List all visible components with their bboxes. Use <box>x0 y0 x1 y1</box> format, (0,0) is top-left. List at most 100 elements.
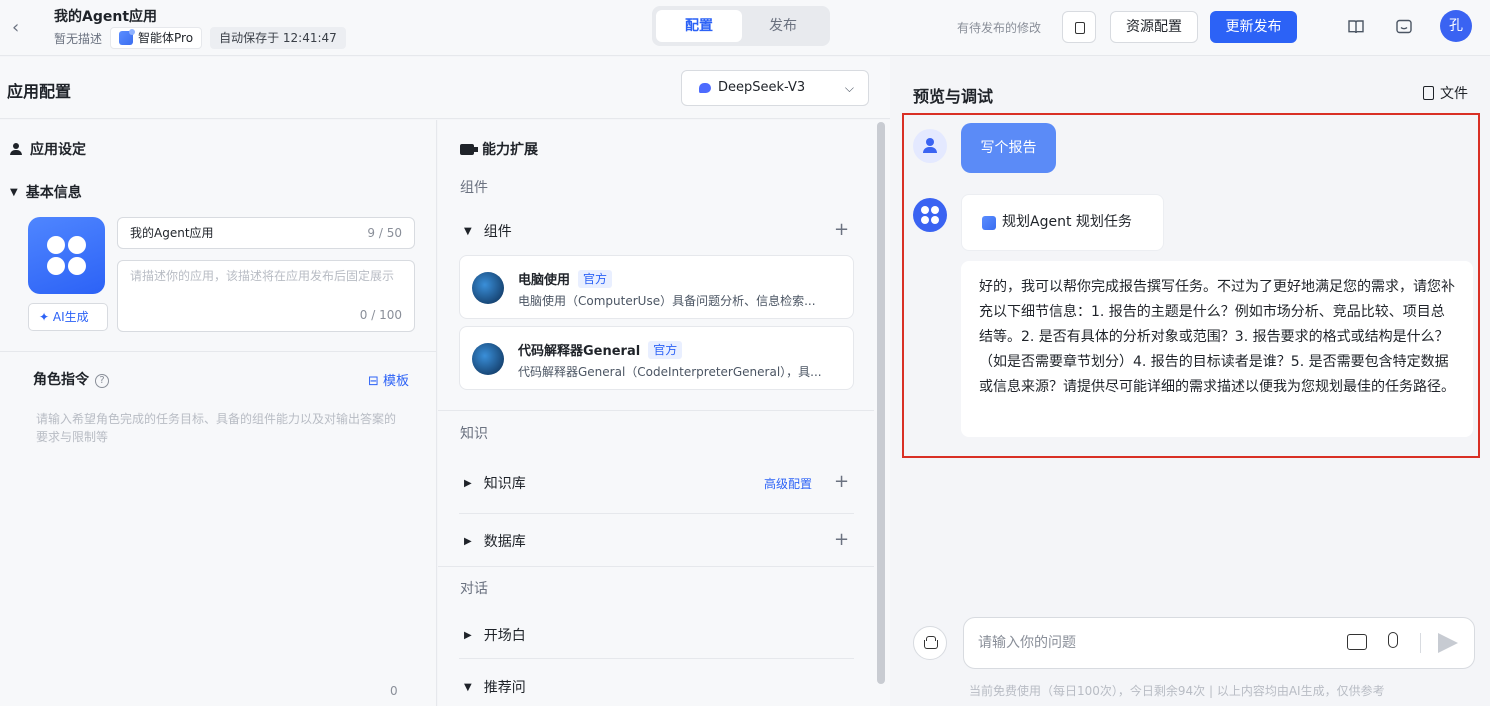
deepseek-icon <box>699 83 711 93</box>
top-bar: ‹ 我的Agent应用 暂无描述 智能体Pro 自动保存于 12:41:47 配… <box>0 0 1490 56</box>
book-icon[interactable] <box>1347 18 1365 36</box>
copy-icon <box>1075 22 1085 34</box>
chat-input-row: 请输入你的问题 <box>913 617 1476 669</box>
app-settings-label: 应用设定 <box>30 142 86 158</box>
tab-config[interactable]: 配置 <box>656 10 742 42</box>
ai-generate-button[interactable]: ✦ AI生成 <box>28 303 108 331</box>
component-description: 电脑使用（ComputerUse）具备问题分析、信息检索... <box>518 294 816 308</box>
microphone-icon[interactable] <box>1388 632 1398 648</box>
send-icon[interactable] <box>1438 633 1458 653</box>
tab-publish[interactable]: 发布 <box>740 10 826 42</box>
divider <box>438 410 874 411</box>
agent-type-label: 智能体Pro <box>138 31 194 45</box>
upload-folder-icon[interactable] <box>1347 634 1367 650</box>
code-interpreter-icon <box>472 343 504 375</box>
group-knowledge: 知识 <box>460 426 488 442</box>
update-publish-button[interactable]: 更新发布 <box>1210 11 1297 43</box>
help-icon[interactable]: ? <box>95 374 109 388</box>
config-title: 应用配置 <box>7 82 72 101</box>
basic-info-toggle[interactable]: ▼ 基本信息 <box>10 182 82 202</box>
question-placeholder: 请输入你的问题 <box>978 635 1076 651</box>
app-title: 我的Agent应用 <box>54 9 158 25</box>
opening-label: 开场白 <box>483 628 526 644</box>
app-icon[interactable] <box>28 217 105 294</box>
app-name-count: 9 / 50 <box>367 226 402 240</box>
database-label: 数据库 <box>483 534 526 550</box>
component-card-computer-use[interactable]: 电脑使用 官方 电脑使用（ComputerUse）具备问题分析、信息检索... <box>459 255 854 319</box>
capability-label: 能力扩展 <box>482 142 538 158</box>
components-label: 组件 <box>483 224 512 240</box>
agent-pro-icon <box>119 29 136 45</box>
template-button[interactable]: ⊟ 模板 <box>368 370 409 389</box>
knowledge-base-toggle[interactable]: ▶ 知识库 <box>464 473 526 493</box>
back-icon[interactable]: ‹ <box>12 17 28 39</box>
resource-config-button[interactable]: 资源配置 <box>1110 11 1198 43</box>
usage-footer: 当前免费使用（每日100次），今日剩余94次 | 以上内容均由AI生成，仅供参考 <box>969 684 1385 698</box>
group-components: 组件 <box>460 180 488 196</box>
divider <box>1420 633 1421 653</box>
app-description-input[interactable]: 请描述你的应用，该描述将在应用发布后固定展示 0 / 100 <box>117 260 415 332</box>
question-input[interactable]: 请输入你的问题 <box>963 617 1475 669</box>
role-instruction-input[interactable]: 请输入希望角色完成的任务目标、具备的组件能力以及对输出答案的要求与限制等 <box>36 410 406 446</box>
no-description: 暂无描述 <box>54 31 103 46</box>
file-button[interactable]: 文件 <box>1423 83 1468 103</box>
ai-generate-label: AI生成 <box>52 310 89 324</box>
model-select[interactable]: DeepSeek-V3 ⌵ <box>681 70 869 106</box>
config-header: 应用配置 DeepSeek-V3 ⌵ <box>0 57 890 119</box>
add-knowledge-icon[interactable]: + <box>834 473 849 491</box>
add-component-icon[interactable]: + <box>834 221 849 239</box>
caret-down-icon: ▼ <box>464 681 472 693</box>
capability-panel: 能力扩展 组件 ▼ 组件 + 电脑使用 官方 电脑使用（ComputerUse）… <box>438 120 890 706</box>
recommend-toggle[interactable]: ▼ 推荐问 <box>464 677 526 697</box>
component-card-code-interpreter[interactable]: 代码解释器General 官方 代码解释器General（CodeInterpr… <box>459 326 854 390</box>
divider <box>0 351 437 352</box>
knowledge-base-label: 知识库 <box>483 476 526 492</box>
feedback-icon[interactable] <box>1395 18 1413 36</box>
app-settings-heading: 应用设定 <box>10 139 86 159</box>
app-name-value: 我的Agent应用 <box>130 226 214 240</box>
component-description: 代码解释器General（CodeInterpreterGeneral），具..… <box>518 365 822 379</box>
role-instruction-label: 角色指令 <box>33 372 89 388</box>
config-scrollbar[interactable] <box>877 122 885 684</box>
component-title: 代码解释器General 官方 <box>518 340 683 359</box>
app-settings-panel: 应用设定 ▼ 基本信息 ✦ AI生成 我的Agent应用 9 / 50 请描述你… <box>0 120 437 706</box>
divider <box>459 658 854 659</box>
app-subtitle: 暂无描述 智能体Pro 自动保存于 12:41:47 <box>54 27 346 49</box>
recommend-label: 推荐问 <box>483 680 526 696</box>
add-database-icon[interactable]: + <box>834 531 849 549</box>
database-toggle[interactable]: ▶ 数据库 <box>464 531 526 551</box>
description-count: 0 / 100 <box>359 308 402 322</box>
template-label: 模板 <box>383 374 410 389</box>
agent-type-chip[interactable]: 智能体Pro <box>110 27 203 49</box>
caret-right-icon: ▶ <box>464 535 472 547</box>
user-avatar[interactable]: 孔 <box>1440 10 1472 42</box>
opening-toggle[interactable]: ▶ 开场白 <box>464 625 526 645</box>
group-dialog: 对话 <box>460 581 488 597</box>
role-instruction-count: 0 <box>390 684 398 698</box>
model-name: DeepSeek-V3 <box>718 80 806 95</box>
computer-use-icon <box>472 272 504 304</box>
file-label: 文件 <box>1440 86 1468 102</box>
plugin-icon <box>460 143 478 155</box>
component-name: 代码解释器General <box>518 344 641 359</box>
basket-icon[interactable] <box>913 626 947 660</box>
preview-panel: 预览与调试 文件 写个报告 规划Agent 规划任务 好的，我可以帮你完成报告撰… <box>891 57 1490 706</box>
advanced-config-link[interactable]: 高级配置 <box>764 475 812 492</box>
capability-heading: 能力扩展 <box>460 139 538 159</box>
divider <box>459 513 854 514</box>
basic-info-label: 基本信息 <box>25 185 82 201</box>
components-toggle[interactable]: ▼ 组件 <box>464 221 512 241</box>
app-name-input[interactable]: 我的Agent应用 9 / 50 <box>117 217 415 249</box>
chevron-down-icon: ⌵ <box>844 81 854 95</box>
copy-button[interactable] <box>1062 11 1096 43</box>
preview-title: 预览与调试 <box>913 87 994 106</box>
component-title: 电脑使用 官方 <box>518 269 613 288</box>
caret-right-icon: ▶ <box>464 477 472 489</box>
component-name: 电脑使用 <box>518 273 571 288</box>
divider <box>438 566 874 567</box>
caret-down-icon: ▼ <box>10 186 18 198</box>
official-tag: 官方 <box>578 269 613 288</box>
caret-right-icon: ▶ <box>464 629 472 641</box>
official-tag: 官方 <box>648 340 683 359</box>
pending-changes-text: 有待发布的修改 <box>957 21 1042 35</box>
